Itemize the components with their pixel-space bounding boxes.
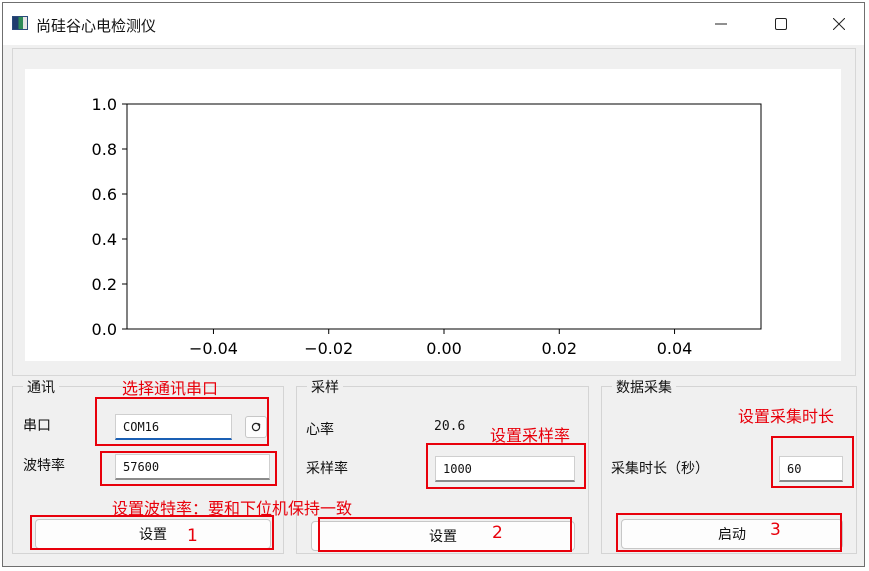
highlight-port bbox=[95, 397, 269, 446]
x-tick-label: 0.02 bbox=[541, 339, 577, 358]
maximize-icon bbox=[775, 18, 787, 30]
annotation-step-1: 1 bbox=[187, 526, 198, 546]
acquisition-group-title: 数据采集 bbox=[612, 377, 676, 397]
x-tick-label: −0.04 bbox=[189, 339, 238, 358]
maximize-button[interactable] bbox=[753, 3, 809, 45]
minimize-button[interactable] bbox=[693, 3, 749, 45]
annotation-select-port: 选择通讯串口 bbox=[122, 379, 219, 398]
y-tick-label: 0.6 bbox=[92, 185, 117, 204]
heart-rate-value: 20.6 bbox=[434, 419, 466, 434]
plot-frame bbox=[126, 103, 762, 330]
annotation-step-2: 2 bbox=[492, 523, 503, 543]
annotation-step-3: 3 bbox=[770, 520, 781, 540]
close-button[interactable] bbox=[811, 3, 867, 45]
highlight-comm-set bbox=[30, 515, 274, 550]
highlight-baud bbox=[100, 451, 277, 486]
y-tick-label: 0.8 bbox=[92, 140, 117, 159]
highlight-sample-rate bbox=[426, 443, 586, 489]
window-title: 尚硅谷心电检测仪 bbox=[36, 17, 157, 35]
heart-rate-label: 心率 bbox=[306, 422, 334, 438]
ecg-chart: −0.04 −0.02 0.00 0.02 0.04 0.0 0.2 0.4 0.6 0.8 1.0 bbox=[92, 95, 762, 358]
plot-canvas: −0.04 −0.02 0.00 0.02 0.04 0.0 0.2 0.4 0.6 0.8 1.0 bbox=[25, 69, 841, 361]
sampling-group-title: 采样 bbox=[307, 377, 343, 397]
title-bar: 尚硅谷心电检测仪 bbox=[3, 3, 864, 45]
plot-panel: −0.04 −0.02 0.00 0.02 0.04 0.0 0.2 0.4 0.6 0.8 1.0 bbox=[12, 48, 856, 376]
x-tick-label: 0.00 bbox=[426, 339, 462, 358]
annotation-set-duration: 设置采集时长 bbox=[738, 407, 835, 426]
y-tick-label: 0.2 bbox=[92, 275, 117, 294]
app-icon bbox=[12, 16, 28, 30]
minimize-icon bbox=[715, 23, 727, 25]
baud-label: 波特率 bbox=[23, 458, 65, 474]
y-tick-label: 1.0 bbox=[92, 95, 117, 114]
y-tick-label: 0.0 bbox=[92, 320, 117, 339]
comm-group-title: 通讯 bbox=[23, 377, 59, 397]
y-tick-label: 0.4 bbox=[92, 230, 117, 249]
highlight-duration bbox=[771, 436, 854, 488]
sample-rate-label: 采样率 bbox=[306, 461, 348, 477]
duration-label: 采集时长（秒） bbox=[611, 461, 709, 477]
x-tick-label: 0.04 bbox=[657, 339, 693, 358]
port-label: 串口 bbox=[23, 418, 51, 434]
highlight-sampling-set bbox=[318, 517, 572, 552]
close-icon bbox=[833, 18, 845, 30]
x-tick-label: −0.02 bbox=[304, 339, 353, 358]
highlight-start bbox=[616, 513, 842, 552]
